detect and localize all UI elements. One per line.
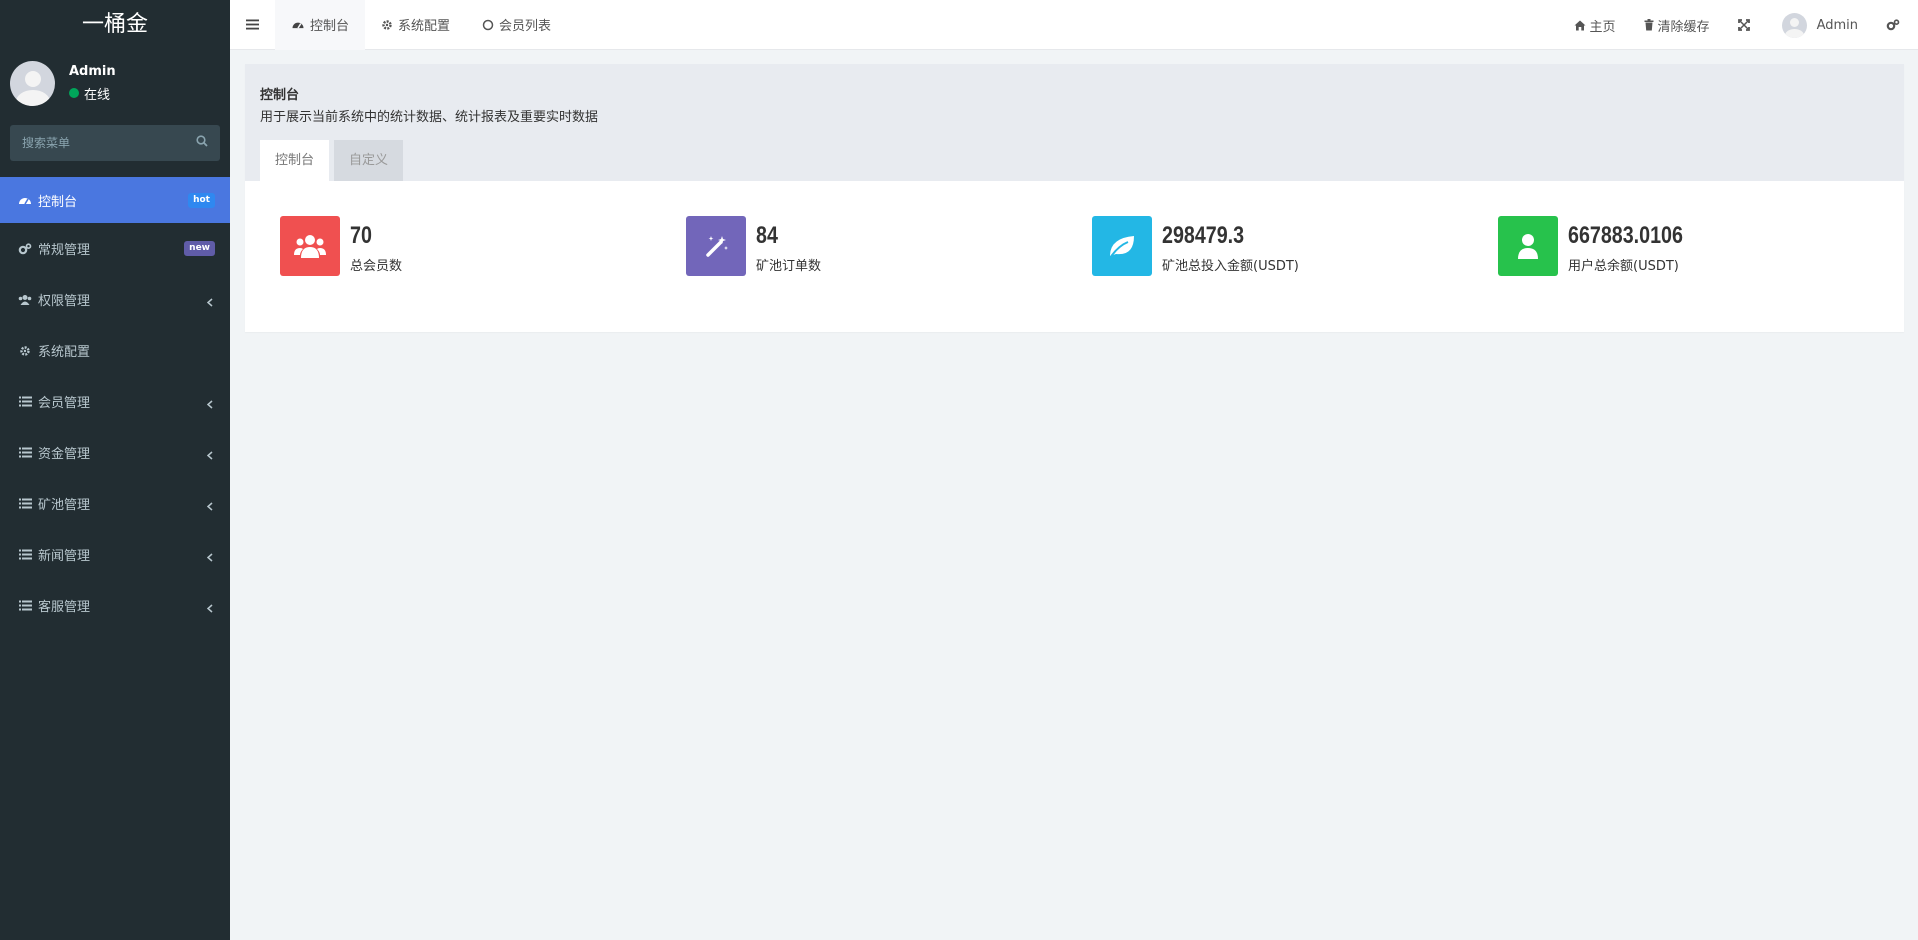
stat-label: 总会员数 xyxy=(350,259,403,274)
avatar xyxy=(10,60,55,106)
list-icon xyxy=(18,446,32,460)
sidebar-item-label: 新闻管理 xyxy=(38,549,91,564)
sidebar-item-label: 会员管理 xyxy=(38,396,91,411)
dashboard-panel: 控制台 用于展示当前系统中的统计数据、统计报表及重要实时数据 控制台 自定义 7… xyxy=(245,64,1904,332)
tab-panel-custom[interactable]: 自定义 xyxy=(334,140,404,181)
stat-value: 70 xyxy=(350,222,372,249)
chevron-left-icon xyxy=(205,502,215,512)
sidebar-item-funds[interactable]: 资金管理 xyxy=(0,427,230,478)
sidebar-toggle-button[interactable] xyxy=(230,0,275,50)
leaf-icon xyxy=(1092,216,1152,276)
tab-label: 会员列表 xyxy=(499,19,552,34)
dashboard-icon xyxy=(18,193,32,207)
clear-cache-label: 清除缓存 xyxy=(1657,19,1710,35)
sidebar-item-label: 系统配置 xyxy=(38,345,91,360)
cogs-icon xyxy=(1886,19,1900,31)
menu-search-input[interactable] xyxy=(22,136,196,150)
menu-search xyxy=(10,125,220,161)
tab-label: 控制台 xyxy=(310,19,350,34)
user-menu[interactable]: Admin xyxy=(1768,0,1872,50)
new-badge: new xyxy=(184,241,215,256)
sidebar-menu: 控制台 hot 常规管理 new 权限管理 系统配置 会员管理 资金管理 矿池管… xyxy=(0,177,230,631)
stat-label: 矿池订单数 xyxy=(756,259,822,274)
sidebar-item-members[interactable]: 会员管理 xyxy=(0,376,230,427)
tab-dashboard[interactable]: 控制台 xyxy=(275,0,366,50)
user-panel: Admin 在线 xyxy=(0,50,230,116)
chevron-left-icon xyxy=(205,400,215,410)
stat-label: 用户总余额(USDT) xyxy=(1568,259,1679,274)
stat-value: 298479.3 xyxy=(1162,222,1245,249)
stat-pool-investment: 298479.3 矿池总投入金额(USDT) xyxy=(1092,216,1498,276)
panel-header: 控制台 用于展示当前系统中的统计数据、统计报表及重要实时数据 控制台 自定义 xyxy=(245,64,1904,181)
list-icon xyxy=(18,497,32,511)
page-description: 用于展示当前系统中的统计数据、统计报表及重要实时数据 xyxy=(260,110,599,125)
list-icon xyxy=(18,395,32,409)
user-status-text: 在线 xyxy=(84,87,111,103)
avatar xyxy=(1781,12,1807,38)
sidebar-item-permissions[interactable]: 权限管理 xyxy=(0,274,230,325)
sidebar-item-news[interactable]: 新闻管理 xyxy=(0,529,230,580)
control-sidebar-button[interactable] xyxy=(1872,0,1918,50)
stat-total-members: 70 总会员数 xyxy=(280,216,686,276)
stat-pool-orders: 84 矿池订单数 xyxy=(686,216,1092,276)
list-icon xyxy=(18,599,32,613)
sidebar: 一桶金 Admin 在线 控制台 hot 常规管理 xyxy=(0,0,230,940)
chevron-left-icon xyxy=(205,298,215,308)
navbar-right: 主页 清除缓存 Admin xyxy=(1560,0,1918,50)
panel-tabs: 控制台 自定义 xyxy=(260,140,408,181)
top-navbar: 控制台 系统配置 会员列表 主页 清除缓存 Admin xyxy=(230,0,1918,50)
stat-value: 667883.0106 xyxy=(1568,222,1683,249)
trash-icon xyxy=(1644,19,1654,31)
page-title: 控制台 xyxy=(260,88,300,103)
sidebar-item-label: 矿池管理 xyxy=(38,498,91,513)
chevron-left-icon xyxy=(205,553,215,563)
tab-panel-dashboard[interactable]: 控制台 xyxy=(260,140,330,181)
sidebar-item-system-config[interactable]: 系统配置 xyxy=(0,325,230,376)
magic-wand-icon xyxy=(686,216,746,276)
tab-member-list[interactable]: 会员列表 xyxy=(466,0,567,50)
user-name: Admin xyxy=(69,63,116,79)
users-icon xyxy=(280,216,340,276)
stats-row: 70 总会员数 84 矿池订单数 298479.3 矿池总投入金额(USDT) xyxy=(245,181,1904,276)
dashboard-icon xyxy=(291,19,305,30)
home-icon xyxy=(1574,20,1586,31)
users-icon xyxy=(18,293,32,307)
tab-label: 系统配置 xyxy=(398,19,451,34)
online-dot-icon xyxy=(69,88,79,98)
sidebar-item-label: 资金管理 xyxy=(38,447,91,462)
sidebar-item-mining-pool[interactable]: 矿池管理 xyxy=(0,478,230,529)
stat-value: 84 xyxy=(756,222,778,249)
brand-logo[interactable]: 一桶金 xyxy=(0,0,230,50)
cogs-icon xyxy=(18,242,32,256)
circle-icon xyxy=(482,19,494,31)
chevron-left-icon xyxy=(205,604,215,614)
user-menu-label: Admin xyxy=(1816,17,1858,33)
hamburger-icon xyxy=(246,19,259,30)
gear-icon xyxy=(381,19,393,31)
search-icon[interactable] xyxy=(196,135,208,151)
stat-label: 矿池总投入金额(USDT) xyxy=(1162,259,1299,274)
user-icon xyxy=(1498,216,1558,276)
hot-badge: hot xyxy=(188,192,215,208)
stat-user-balance: 667883.0106 用户总余额(USDT) xyxy=(1498,216,1904,276)
sidebar-item-label: 控制台 xyxy=(38,194,78,210)
sidebar-item-label: 权限管理 xyxy=(38,294,91,309)
sidebar-item-customer-service[interactable]: 客服管理 xyxy=(0,580,230,631)
home-label: 主页 xyxy=(1589,19,1616,35)
sidebar-item-label: 常规管理 xyxy=(38,243,91,258)
tab-system-config[interactable]: 系统配置 xyxy=(365,0,466,50)
list-icon xyxy=(18,548,32,562)
user-status: 在线 xyxy=(69,84,116,103)
sidebar-item-general[interactable]: 常规管理 new xyxy=(0,223,230,274)
home-link[interactable]: 主页 xyxy=(1560,0,1630,50)
sidebar-item-dashboard[interactable]: 控制台 hot xyxy=(0,177,230,223)
fullscreen-button[interactable] xyxy=(1724,0,1768,50)
chevron-left-icon xyxy=(205,451,215,461)
clear-cache-button[interactable]: 清除缓存 xyxy=(1630,0,1724,50)
fullscreen-icon xyxy=(1737,19,1750,31)
sidebar-item-label: 客服管理 xyxy=(38,600,91,615)
gear-icon xyxy=(18,344,32,358)
